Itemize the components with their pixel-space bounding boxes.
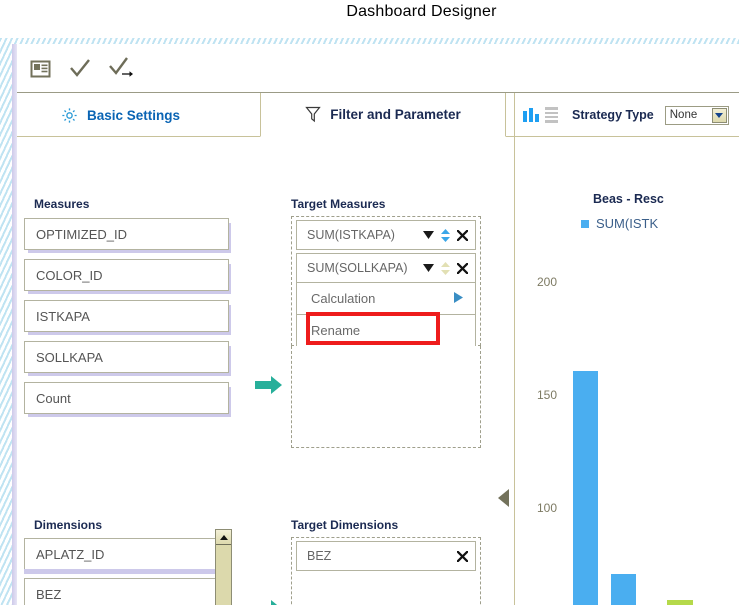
- tab-filter-and-parameter-label: Filter and Parameter: [330, 107, 461, 122]
- measure-item-istkapa[interactable]: ISTKAPA: [24, 300, 229, 332]
- striped-border-left: [0, 38, 12, 605]
- measure-item-label: ISTKAPA: [36, 309, 90, 324]
- measure-item-label: SOLLKAPA: [36, 350, 103, 365]
- target-dimension-controls: [457, 551, 468, 562]
- measure-item-label: Count: [36, 391, 71, 406]
- context-menu-item-label: Calculation: [311, 291, 375, 306]
- target-measure-label: SUM(SOLLKAPA): [307, 261, 408, 275]
- chart-pane: Beas - Resc SUM(ISTK 200 150 100 50: [514, 137, 739, 605]
- scrollbar-up-arrow[interactable]: [216, 530, 231, 545]
- context-menu-item-label: Rename: [311, 323, 360, 338]
- gear-icon: [61, 107, 78, 124]
- dimensions-scrollbar[interactable]: [215, 529, 232, 605]
- target-measures-dropzone-lower[interactable]: [291, 346, 481, 448]
- add-measure-arrow-button[interactable]: [255, 375, 283, 395]
- strategy-type-value: None: [666, 109, 698, 121]
- new-document-icon: [30, 58, 51, 79]
- target-dimensions-section-title: Target Dimensions: [291, 518, 398, 532]
- add-dimension-arrow-button[interactable]: [255, 599, 283, 605]
- measure-item-label: OPTIMIZED_ID: [36, 227, 127, 242]
- tab-basic-settings[interactable]: Basic Settings: [61, 93, 180, 137]
- target-dimension-label: BEZ: [307, 549, 331, 563]
- dimension-item-bez[interactable]: BEZ: [24, 578, 229, 605]
- source-pane: Measures OPTIMIZED_ID COLOR_ID ISTKAPA S…: [17, 137, 282, 605]
- measure-item-count[interactable]: Count: [24, 382, 229, 414]
- y-axis-tick-200: 200: [527, 275, 557, 289]
- remove-target-measure-icon[interactable]: [457, 263, 468, 274]
- target-measures-section-title: Target Measures: [291, 197, 385, 211]
- dashboard-designer-window: Dashboard Designer: [0, 0, 739, 605]
- context-menu-item-rename[interactable]: Rename: [296, 315, 476, 347]
- context-menu-item-calculation[interactable]: Calculation: [296, 283, 476, 315]
- check-arrow-icon: [109, 57, 135, 79]
- strategy-type-select[interactable]: None: [665, 106, 729, 125]
- dimension-item-label: BEZ: [36, 587, 61, 602]
- dropdown-caret-icon[interactable]: [423, 231, 434, 239]
- y-axis-tick-100: 100: [527, 501, 557, 515]
- chart-bar-1[interactable]: [573, 371, 598, 605]
- dimensions-section-title: Dimensions: [34, 518, 102, 532]
- legend-swatch-icon: [581, 220, 589, 228]
- target-dimension-bez[interactable]: BEZ: [296, 541, 476, 571]
- y-axis-tick-150: 150: [527, 388, 557, 402]
- remove-target-dimension-icon[interactable]: [457, 551, 468, 562]
- check-and-continue-button[interactable]: [107, 53, 137, 83]
- strategy-type-label: Strategy Type: [572, 108, 654, 122]
- new-document-button[interactable]: [25, 53, 55, 83]
- submenu-arrow-icon: [454, 291, 463, 306]
- target-measure-controls: [423, 262, 468, 275]
- chart-view-toolbar: Strategy Type None: [514, 93, 739, 137]
- dimension-item-shadow: [24, 569, 229, 574]
- measure-item-color-id[interactable]: COLOR_ID: [24, 259, 229, 291]
- chart-title: Beas - Resc: [593, 192, 664, 206]
- target-pane: Target Measures SUM(ISTKAPA): [282, 137, 514, 605]
- chart-bar-3[interactable]: [667, 600, 693, 605]
- funnel-icon: [305, 106, 321, 123]
- target-measure-sum-sollkapa[interactable]: SUM(SOLLKAPA): [296, 253, 476, 283]
- target-measure-sum-istkapa[interactable]: SUM(ISTKAPA): [296, 220, 476, 250]
- page-title: Dashboard Designer: [0, 3, 739, 21]
- dimension-item-label: APLATZ_ID: [36, 547, 104, 562]
- page-title-text: Dashboard Designer: [346, 3, 496, 21]
- designer-card: Basic Settings Filter and Parameter: [17, 44, 739, 605]
- collapse-panel-handle[interactable]: [498, 489, 509, 507]
- legend-label: SUM(ISTK: [596, 216, 658, 231]
- dimension-item-aplatz-id[interactable]: APLATZ_ID: [24, 538, 229, 570]
- dropdown-caret-icon[interactable]: [423, 264, 434, 272]
- bar-chart-icon[interactable]: [523, 108, 539, 122]
- sort-updown-icon[interactable]: [441, 229, 450, 242]
- measure-item-label: COLOR_ID: [36, 268, 102, 283]
- sort-updown-icon[interactable]: [441, 262, 450, 275]
- target-measure-controls: [423, 229, 468, 242]
- chart-legend: SUM(ISTK: [581, 216, 658, 231]
- list-view-icon[interactable]: [545, 107, 558, 123]
- measures-section-title: Measures: [34, 197, 89, 211]
- tab-filter-and-parameter[interactable]: Filter and Parameter: [260, 93, 506, 137]
- target-measure-label: SUM(ISTKAPA): [307, 228, 395, 242]
- check-button[interactable]: [65, 53, 95, 83]
- check-icon: [69, 58, 91, 78]
- chevron-down-icon[interactable]: [712, 108, 727, 123]
- toolbar: [17, 44, 739, 93]
- tab-strip: Basic Settings Filter and Parameter: [17, 93, 739, 137]
- chart-bar-2[interactable]: [611, 574, 636, 605]
- remove-target-measure-icon[interactable]: [457, 230, 468, 241]
- measure-item-sollkapa[interactable]: SOLLKAPA: [24, 341, 229, 373]
- tab-basic-settings-label: Basic Settings: [87, 108, 180, 123]
- measure-item-optimized-id[interactable]: OPTIMIZED_ID: [24, 218, 229, 250]
